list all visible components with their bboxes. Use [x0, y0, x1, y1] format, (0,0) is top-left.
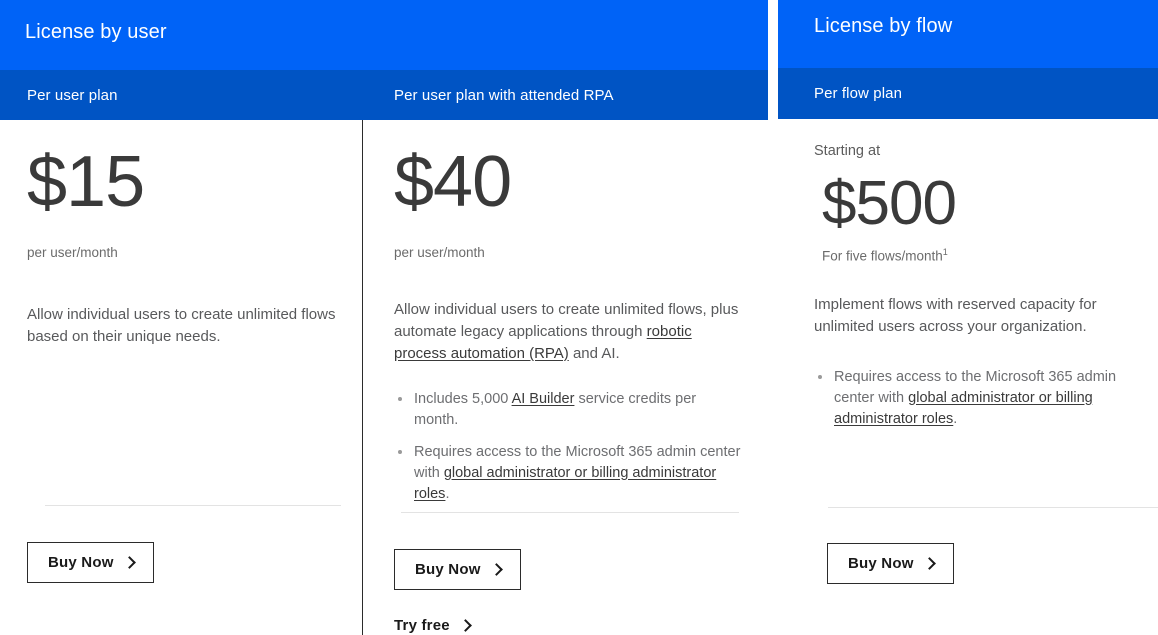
list-item: Includes 5,000 AI Builder service credit… [394, 389, 742, 431]
buy-now-label: Buy Now [48, 554, 114, 571]
price-period-per-user-plan-attended-rpa: per user/month [394, 245, 485, 260]
description-per-user-plan-attended-rpa: Allow individual users to create unlimit… [394, 300, 739, 362]
price-period-text: For five flows/month [822, 248, 943, 263]
cta-area-per-user-plan: Buy Now [27, 506, 340, 635]
panel-banner-license-by-flow: License by flow [778, 0, 1158, 68]
card-footer-per-user-plan-attended-rpa: Buy Now Try free [363, 512, 768, 635]
inline-link[interactable]: global administrator or billing administ… [834, 390, 1093, 427]
banner-title-license-by-user: License by user [25, 21, 167, 43]
plan-card-per-user-plan: $15 per user/month Allow individual user… [0, 120, 363, 635]
price-per-user-plan: $15 [27, 142, 145, 222]
buy-now-button-per-user-plan[interactable]: Buy Now [27, 542, 154, 583]
panel-gap [768, 0, 778, 635]
inline-link[interactable]: AI Builder [512, 391, 575, 407]
subheader-bar-license-by-user: Per user plan Per user plan with attende… [0, 70, 768, 120]
cta-area-per-flow-plan: Buy Now [814, 508, 1144, 635]
price-period-per-user-plan: per user/month [27, 245, 118, 260]
feature-list-per-user-plan-attended-rpa: Includes 5,000 AI Builder service credit… [394, 365, 742, 505]
chevron-right-icon [458, 619, 472, 632]
plan-columns-license-by-user: $15 per user/month Allow individual user… [0, 120, 768, 635]
chevron-right-icon [122, 556, 136, 569]
panel-license-by-flow: License by flow Per flow plan Starting a… [778, 0, 1158, 635]
buy-now-label: Buy Now [848, 555, 914, 572]
subheader-per-user-plan-attended-rpa: Per user plan with attended RPA [394, 86, 614, 104]
subheader-bar-license-by-flow: Per flow plan [778, 68, 1158, 119]
price-per-user-plan-attended-rpa: $40 [394, 142, 512, 222]
try-free-label: Try free [394, 617, 450, 634]
description-per-flow-plan: Implement flows with reserved capacity f… [814, 295, 1097, 335]
subheader-per-flow-plan: Per flow plan [814, 85, 903, 102]
buy-now-button-per-user-plan-attended-rpa[interactable]: Buy Now [394, 549, 521, 590]
card-footer-per-flow-plan: Buy Now [778, 507, 1158, 635]
cta-area-per-user-plan-attended-rpa: Buy Now Try free [394, 513, 742, 635]
footnote-marker: 1 [942, 246, 948, 257]
inline-link[interactable]: global administrator or billing administ… [414, 465, 716, 502]
pricing-comparison: License by user Per user plan Per user p… [0, 0, 1158, 635]
card-footer-per-user-plan: Buy Now [0, 505, 362, 635]
price-per-flow-plan: $500 [822, 168, 957, 238]
chevron-right-icon [489, 563, 503, 576]
inline-link[interactable]: robotic process automation (RPA) [394, 323, 692, 362]
starting-at-label: Starting at [814, 143, 881, 159]
buy-now-button-per-flow-plan[interactable]: Buy Now [827, 543, 954, 584]
chevron-right-icon [922, 557, 936, 570]
description-per-user-plan: Allow individual users to create unlimit… [27, 305, 336, 345]
list-item: Requires access to the Microsoft 365 adm… [814, 367, 1144, 430]
panel-banner-license-by-user: License by user [0, 0, 768, 70]
try-free-link[interactable]: Try free [394, 617, 472, 634]
list-item: Requires access to the Microsoft 365 adm… [394, 442, 742, 505]
buy-now-label: Buy Now [415, 561, 481, 578]
plan-card-per-user-plan-attended-rpa: $40 per user/month Allow individual user… [363, 120, 768, 635]
panel-license-by-user: License by user Per user plan Per user p… [0, 0, 768, 635]
price-period-per-flow-plan: For five flows/month1 [814, 235, 1144, 263]
plan-card-per-flow-plan: Starting at $500 For five flows/month1 I… [778, 119, 1158, 635]
feature-list-per-flow-plan: Requires access to the Microsoft 365 adm… [814, 338, 1144, 430]
subheader-per-user-plan: Per user plan [27, 86, 118, 104]
banner-title-license-by-flow: License by flow [814, 15, 953, 37]
